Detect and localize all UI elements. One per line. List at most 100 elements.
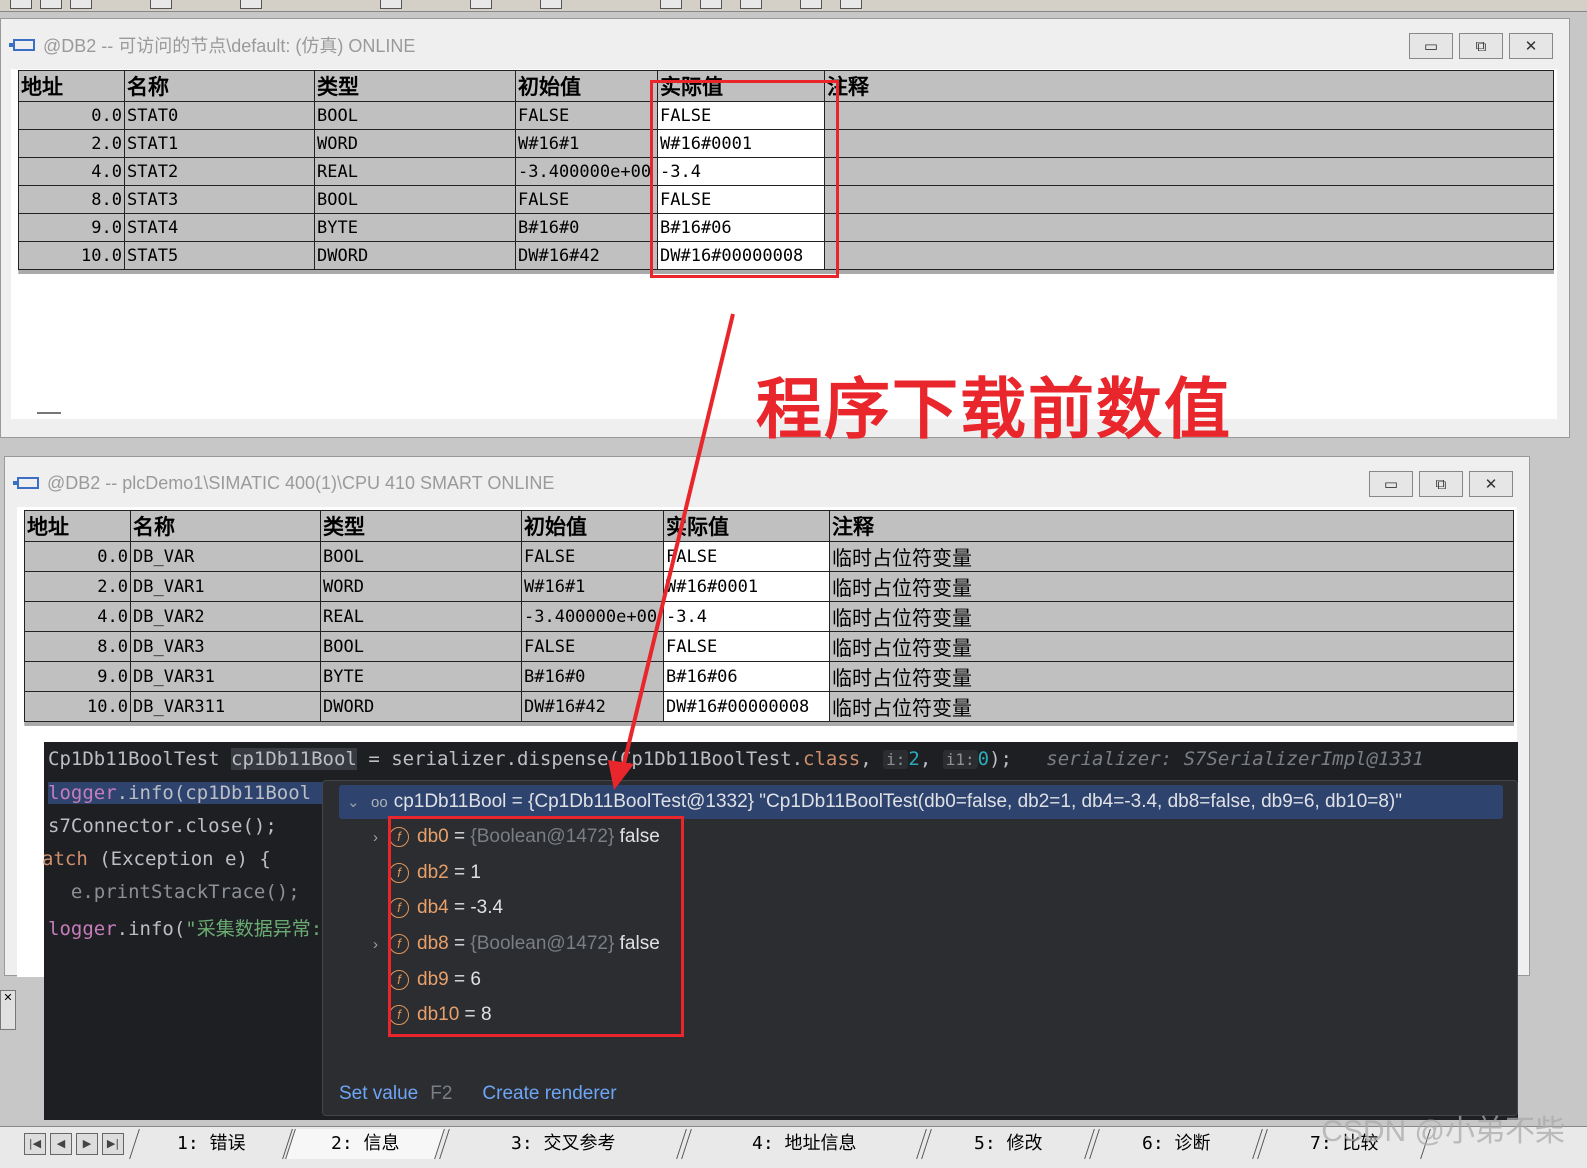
- cell-actual[interactable]: FALSE: [663, 541, 830, 572]
- cell-comment[interactable]: [824, 213, 1554, 242]
- code-line-6[interactable]: logger.info("采集数据异常:: [48, 914, 322, 941]
- cell-initial[interactable]: -3.400000e+00: [515, 157, 658, 186]
- cell-actual[interactable]: -3.4: [663, 601, 830, 632]
- cell-type[interactable]: BYTE: [320, 661, 522, 692]
- cell-initial[interactable]: B#16#0: [521, 661, 664, 692]
- code-line-1[interactable]: Cp1Db11BoolTest cp1Db11Bool = serializer…: [48, 748, 1424, 770]
- cell-actual[interactable]: B#16#06: [663, 661, 830, 692]
- table-row[interactable]: 9.0 DB_VAR31 BYTE B#16#0 B#16#06 临时占位符变量: [24, 661, 1514, 692]
- cell-type[interactable]: REAL: [320, 601, 522, 632]
- minimize-button[interactable]: ▭: [1409, 33, 1453, 59]
- tab-info[interactable]: 2: 信息: [285, 1129, 445, 1159]
- close-button[interactable]: ✕: [1469, 471, 1513, 497]
- cell-name[interactable]: DB_VAR3: [130, 631, 321, 662]
- cell-name[interactable]: STAT4: [124, 213, 315, 242]
- toolbar-icon[interactable]: [240, 0, 262, 9]
- cell-name[interactable]: DB_VAR1: [130, 571, 321, 602]
- cell-type[interactable]: BOOL: [320, 541, 522, 572]
- first-tab-icon[interactable]: |◀: [24, 1133, 46, 1155]
- cell-name[interactable]: DB_VAR31: [130, 661, 321, 692]
- tab-modify[interactable]: 5: 修改: [921, 1129, 1095, 1159]
- table-row[interactable]: 4.0 DB_VAR2 REAL -3.400000e+00 -3.4 临时占位…: [24, 601, 1514, 632]
- minimize-button[interactable]: ▭: [1369, 471, 1413, 497]
- cell-initial[interactable]: B#16#0: [515, 213, 658, 242]
- code-line-4[interactable]: atch (Exception e) {: [42, 848, 271, 870]
- cell-type[interactable]: WORD: [314, 129, 516, 158]
- cell-initial[interactable]: FALSE: [521, 541, 664, 572]
- cell-name[interactable]: STAT3: [124, 185, 315, 214]
- last-tab-icon[interactable]: ▶|: [102, 1133, 124, 1155]
- toolbar-icon[interactable]: [380, 0, 402, 9]
- maximize-button[interactable]: ⧉: [1419, 471, 1463, 497]
- cell-actual[interactable]: DW#16#00000008: [663, 691, 830, 722]
- chevron-right-icon[interactable]: ›: [373, 829, 389, 846]
- toolbar-icon[interactable]: [540, 0, 562, 9]
- cell-name[interactable]: DB_VAR311: [130, 691, 321, 722]
- cell-comment[interactable]: [824, 185, 1554, 214]
- cell-comment[interactable]: 临时占位符变量: [829, 661, 1514, 692]
- cell-comment[interactable]: 临时占位符变量: [829, 571, 1514, 602]
- cell-name[interactable]: STAT2: [124, 157, 315, 186]
- cell-initial[interactable]: DW#16#42: [515, 241, 658, 270]
- cell-name[interactable]: STAT0: [124, 101, 315, 130]
- tab-cross-reference[interactable]: 3: 交叉参考: [439, 1129, 687, 1159]
- toolbar-icon[interactable]: [70, 0, 92, 9]
- cell-actual[interactable]: FALSE: [663, 631, 830, 662]
- close-button[interactable]: ✕: [1509, 33, 1553, 59]
- prev-tab-icon[interactable]: ◀: [50, 1133, 72, 1155]
- cell-comment[interactable]: 临时占位符变量: [829, 691, 1514, 722]
- table-row[interactable]: 8.0 DB_VAR3 BOOL FALSE FALSE 临时占位符变量: [24, 631, 1514, 662]
- chevron-right-icon[interactable]: ›: [373, 936, 389, 953]
- next-tab-icon[interactable]: ▶: [76, 1133, 98, 1155]
- create-renderer-link[interactable]: Create renderer: [482, 1083, 616, 1104]
- cell-initial[interactable]: FALSE: [521, 631, 664, 662]
- window-title-bar[interactable]: @DB2 -- 可访问的节点\default: (仿真) ONLINE: [1, 19, 1569, 71]
- cell-type[interactable]: BOOL: [320, 631, 522, 662]
- table-row[interactable]: 2.0 DB_VAR1 WORD W#16#1 W#16#0001 临时占位符变…: [24, 571, 1514, 602]
- cell-type[interactable]: WORD: [320, 571, 522, 602]
- code-line-5[interactable]: e.printStackTrace();: [48, 881, 300, 903]
- cell-name[interactable]: STAT5: [124, 241, 315, 270]
- cell-actual[interactable]: W#16#0001: [663, 571, 830, 602]
- cell-initial[interactable]: W#16#1: [521, 571, 664, 602]
- table-row[interactable]: 0.0 DB_VAR BOOL FALSE FALSE 临时占位符变量: [24, 541, 1514, 572]
- cell-initial[interactable]: FALSE: [515, 101, 658, 130]
- cell-type[interactable]: BYTE: [314, 213, 516, 242]
- toolbar-icon[interactable]: [660, 0, 682, 9]
- toolbar-icon[interactable]: [800, 0, 822, 9]
- toolbar-icon[interactable]: [10, 0, 32, 9]
- maximize-button[interactable]: ⧉: [1459, 33, 1503, 59]
- toolbar-icon[interactable]: [40, 0, 62, 9]
- cell-name[interactable]: STAT1: [124, 129, 315, 158]
- cell-initial[interactable]: DW#16#42: [521, 691, 664, 722]
- tab-address-info[interactable]: 4: 地址信息: [681, 1129, 927, 1159]
- cell-comment[interactable]: [824, 241, 1554, 270]
- tab-errors[interactable]: 1: 错误: [129, 1129, 293, 1159]
- code-line-3[interactable]: s7Connector.close();: [48, 815, 277, 837]
- cell-type[interactable]: BOOL: [314, 185, 516, 214]
- toolbar-icon[interactable]: [470, 0, 492, 9]
- cell-comment[interactable]: [824, 157, 1554, 186]
- table-row[interactable]: 10.0 DB_VAR311 DWORD DW#16#42 DW#16#0000…: [24, 691, 1514, 722]
- cell-initial[interactable]: FALSE: [515, 185, 658, 214]
- cell-comment[interactable]: 临时占位符变量: [829, 541, 1514, 572]
- cell-comment[interactable]: [824, 101, 1554, 130]
- cell-initial[interactable]: W#16#1: [515, 129, 658, 158]
- toolbar-icon[interactable]: [150, 0, 172, 9]
- close-icon[interactable]: ✕: [0, 990, 16, 1030]
- popup-root-node[interactable]: ⌄ oo cp1Db11Bool = {Cp1Db11BoolTest@1332…: [339, 785, 1503, 819]
- cell-name[interactable]: DB_VAR2: [130, 601, 321, 632]
- toolbar-icon[interactable]: [700, 0, 722, 9]
- cell-comment[interactable]: 临时占位符变量: [829, 601, 1514, 632]
- toolbar-icon[interactable]: [740, 0, 762, 9]
- cell-type[interactable]: DWORD: [320, 691, 522, 722]
- cell-type[interactable]: BOOL: [314, 101, 516, 130]
- cell-name[interactable]: DB_VAR: [130, 541, 321, 572]
- cell-type[interactable]: DWORD: [314, 241, 516, 270]
- window-title-bar[interactable]: @DB2 -- plcDemo1\SIMATIC 400(1)\CPU 410 …: [5, 457, 1529, 509]
- cell-initial[interactable]: -3.400000e+00: [521, 601, 664, 632]
- cell-comment[interactable]: [824, 129, 1554, 158]
- cell-comment[interactable]: 临时占位符变量: [829, 631, 1514, 662]
- toolbar-icon[interactable]: [840, 0, 862, 9]
- set-value-link[interactable]: Set value: [339, 1083, 418, 1104]
